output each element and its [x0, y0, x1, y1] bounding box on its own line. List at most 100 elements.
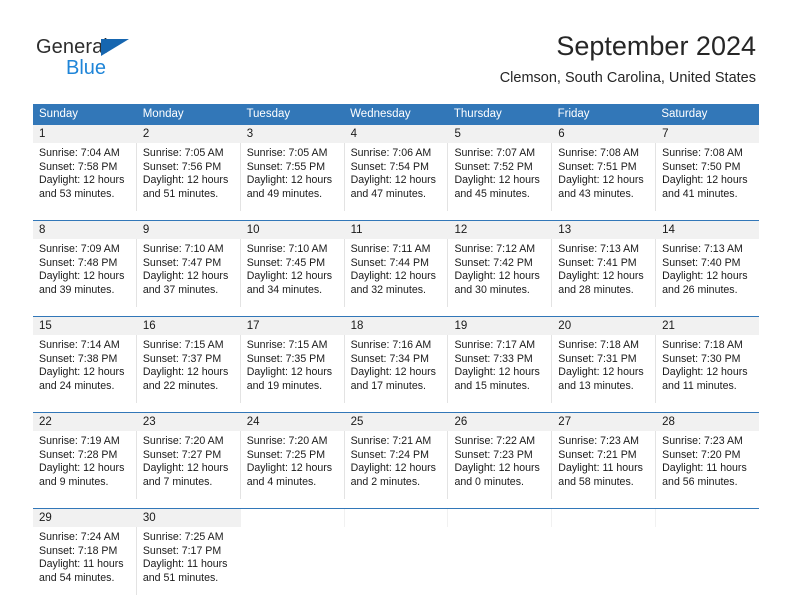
day-number[interactable]: 20	[551, 317, 655, 335]
day-cell-empty	[655, 527, 759, 595]
day-cell[interactable]: Sunrise: 7:06 AM Sunset: 7:54 PM Daylight:…	[343, 143, 448, 211]
week-date-band: 1234567	[33, 125, 759, 143]
day-cell[interactable]: Sunrise: 7:13 AM Sunset: 7:40 PM Daylight:…	[655, 239, 759, 307]
general-blue-logo[interactable]: General Blue	[36, 36, 236, 84]
day-detail-line: Sunset: 7:35 PM	[246, 352, 326, 365]
day-cell[interactable]: Sunrise: 7:16 AM Sunset: 7:34 PM Daylight:…	[343, 335, 448, 403]
day-cell[interactable]: Sunrise: 7:05 AM Sunset: 7:55 PM Daylight:…	[239, 143, 344, 211]
day-detail-line: Sunrise: 7:11 AM	[350, 243, 431, 255]
day-number-empty	[343, 509, 448, 527]
day-detail-line: Sunrise: 7:14 AM	[39, 339, 120, 351]
day-detail-line: and 28 minutes.	[558, 283, 634, 296]
location-subtitle: Clemson, South Carolina, United States	[499, 70, 756, 86]
day-detail-line: Daylight: 12 hours	[558, 366, 644, 379]
day-cell[interactable]: Sunrise: 7:15 AM Sunset: 7:37 PM Daylight:…	[135, 335, 240, 403]
day-number[interactable]: 11	[343, 221, 448, 239]
day-cell[interactable]: Sunrise: 7:09 AM Sunset: 7:48 PM Daylight:…	[33, 239, 136, 307]
day-cell[interactable]: Sunrise: 7:12 AM Sunset: 7:42 PM Daylight:…	[447, 239, 551, 307]
day-number-empty	[551, 509, 656, 527]
day-number[interactable]: 9	[135, 221, 240, 239]
day-cell[interactable]: Sunrise: 7:20 AM Sunset: 7:25 PM Daylight:…	[239, 431, 344, 499]
day-detail-line: and 43 minutes.	[558, 187, 634, 200]
calendar-week-row: 15 16 17 18 19 20 21 Sunrise: 7:14 AM Sunset: 7:…	[33, 316, 759, 403]
logo-text-general: General	[36, 36, 108, 58]
day-number[interactable]: 17	[239, 317, 344, 335]
day-number[interactable]: 28	[655, 413, 759, 431]
day-cell[interactable]: Sunrise: 7:19 AM Sunset: 7:28 PM Daylight:…	[33, 431, 136, 499]
day-cell-empty	[343, 527, 448, 595]
day-cell[interactable]: Sunrise: 7:04 AM Sunset: 7:58 PM Daylight:…	[33, 143, 136, 211]
day-number[interactable]: 2	[135, 125, 240, 143]
day-number[interactable]: 6	[551, 125, 655, 143]
day-detail-line: Daylight: 12 hours	[350, 366, 436, 379]
day-number[interactable]: 8	[33, 221, 136, 239]
weekday-header-friday: Friday	[557, 108, 590, 120]
day-cell[interactable]: Sunrise: 7:23 AM Sunset: 7:21 PM Daylight:…	[551, 431, 655, 499]
day-cell[interactable]: Sunrise: 7:10 AM Sunset: 7:47 PM Daylight:…	[135, 239, 240, 307]
day-detail-line: Sunset: 7:40 PM	[662, 256, 741, 269]
day-number[interactable]: 14	[655, 221, 759, 239]
day-number-empty	[239, 509, 344, 527]
day-cell[interactable]: Sunrise: 7:24 AM Sunset: 7:18 PM Daylight:…	[33, 527, 136, 595]
day-detail-line: Daylight: 12 hours	[246, 462, 333, 475]
week-date-band: 22 23 24 25 26 27 28	[33, 413, 759, 431]
day-cell[interactable]: Sunrise: 7:22 AM Sunset: 7:23 PM Daylight:…	[447, 431, 551, 499]
week-detail-band: Sunrise: 7:09 AM Sunset: 7:48 PM Daylight:…	[33, 239, 759, 307]
day-number[interactable]: 16	[135, 317, 240, 335]
day-cell[interactable]: Sunrise: 7:23 AM Sunset: 7:20 PM Daylight:…	[655, 431, 759, 499]
day-number[interactable]: 21	[655, 317, 759, 335]
day-number[interactable]: 26	[447, 413, 551, 431]
day-number[interactable]: 12	[447, 221, 551, 239]
day-cell[interactable]: Sunrise: 7:07 AM Sunset: 7:52 PM Daylight:…	[447, 143, 551, 211]
day-number[interactable]: 24	[239, 413, 344, 431]
day-number[interactable]: 15	[33, 317, 136, 335]
day-number[interactable]: 1	[33, 125, 136, 143]
day-detail-line: and 51 minutes.	[142, 571, 219, 584]
day-detail-line: Sunrise: 7:08 AM	[558, 147, 639, 159]
day-number[interactable]: 25	[343, 413, 448, 431]
day-detail-line: Sunset: 7:52 PM	[454, 160, 533, 173]
day-number[interactable]: 23	[135, 413, 240, 431]
day-number[interactable]: 22	[33, 413, 136, 431]
day-cell[interactable]: Sunrise: 7:25 AM Sunset: 7:17 PM Daylight:…	[135, 527, 240, 595]
calendar-week-row: 1 2 3 4 5 6 7 Sunrise: 7:04 AM Sunset: 7:58 PM Da…	[33, 125, 759, 211]
day-detail-line: Sunset: 7:34 PM	[350, 352, 429, 365]
day-cell[interactable]: Sunrise: 7:05 AM Sunset: 7:56 PM Daylight:…	[135, 143, 240, 211]
day-number[interactable]: 7	[655, 125, 759, 143]
day-detail-line: and 54 minutes.	[39, 571, 115, 584]
day-cell[interactable]: Sunrise: 7:17 AM Sunset: 7:33 PM Daylight:…	[447, 335, 551, 403]
day-detail-line: Daylight: 12 hours	[454, 270, 540, 283]
day-number[interactable]: 30	[135, 509, 240, 527]
day-cell[interactable]: Sunrise: 7:14 AM Sunset: 7:38 PM Daylight:…	[33, 335, 136, 403]
day-cell[interactable]: Sunrise: 7:15 AM Sunset: 7:35 PM Daylight:…	[239, 335, 344, 403]
day-number[interactable]: 18	[343, 317, 448, 335]
day-number[interactable]: 27	[551, 413, 655, 431]
day-cell[interactable]: Sunrise: 7:10 AM Sunset: 7:45 PM Daylight:…	[239, 239, 344, 307]
day-number[interactable]: 10	[239, 221, 344, 239]
day-number[interactable]: 5	[447, 125, 551, 143]
day-cell[interactable]: Sunrise: 7:18 AM Sunset: 7:30 PM Daylight:…	[655, 335, 759, 403]
weekday-header-sunday: Sunday	[39, 108, 79, 120]
day-detail-line: Daylight: 11 hours	[39, 558, 124, 571]
day-cell[interactable]: Sunrise: 7:18 AM Sunset: 7:31 PM Daylight:…	[551, 335, 655, 403]
day-cell[interactable]: Sunrise: 7:13 AM Sunset: 7:41 PM Daylight:…	[551, 239, 655, 307]
day-detail-line: Sunset: 7:45 PM	[246, 256, 326, 269]
day-cell[interactable]: Sunrise: 7:21 AM Sunset: 7:24 PM Daylight:…	[343, 431, 448, 499]
day-cell[interactable]: Sunrise: 7:08 AM Sunset: 7:51 PM Daylight:…	[551, 143, 655, 211]
day-detail-line: Sunrise: 7:08 AM	[662, 147, 743, 159]
day-detail-line: Daylight: 12 hours	[454, 462, 540, 475]
day-cell[interactable]: Sunrise: 7:20 AM Sunset: 7:27 PM Daylight:…	[135, 431, 240, 499]
day-number[interactable]: 29	[33, 509, 136, 527]
day-number[interactable]: 4	[343, 125, 448, 143]
day-number[interactable]: 19	[447, 317, 551, 335]
day-cell[interactable]: Sunrise: 7:08 AM Sunset: 7:50 PM Daylight:…	[655, 143, 759, 211]
day-detail-line: Sunset: 7:18 PM	[39, 544, 118, 557]
day-number[interactable]: 3	[239, 125, 344, 143]
day-cell[interactable]: Sunrise: 7:11 AM Sunset: 7:44 PM Daylight:…	[343, 239, 448, 307]
day-detail-line: Daylight: 12 hours	[662, 366, 748, 379]
day-number[interactable]: 13	[551, 221, 655, 239]
day-detail-line: Daylight: 12 hours	[142, 174, 229, 187]
day-detail-line: Daylight: 12 hours	[662, 174, 748, 187]
logo-triangle-icon	[101, 39, 129, 56]
day-detail-line: and 39 minutes.	[39, 283, 115, 296]
